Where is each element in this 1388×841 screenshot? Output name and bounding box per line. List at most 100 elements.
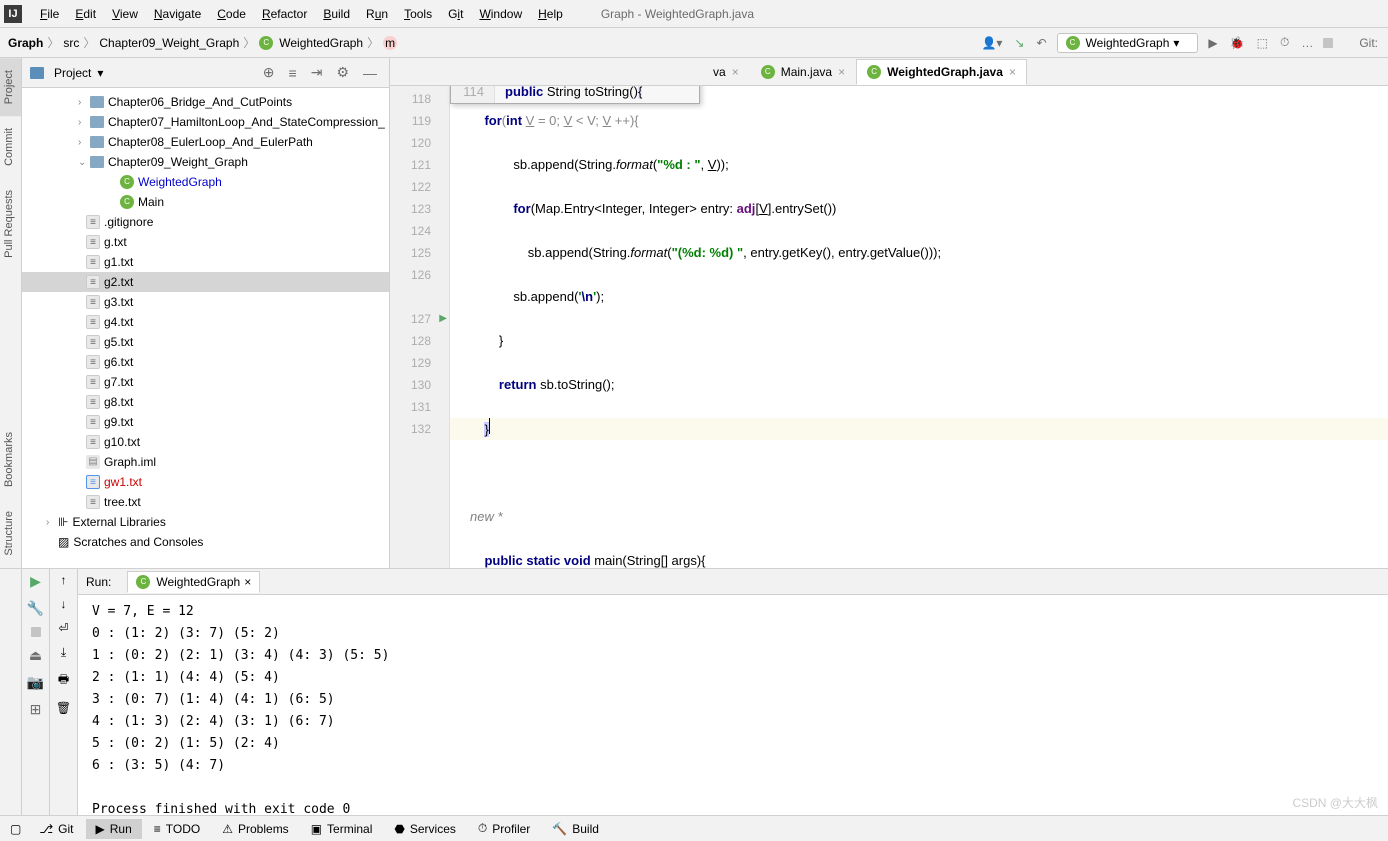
toolwindows-icon[interactable]: ▢: [4, 822, 27, 836]
dropdown-icon[interactable]: ▾: [97, 66, 103, 80]
bottom-terminal[interactable]: ▣ Terminal: [301, 819, 383, 839]
tree-row[interactable]: CMain: [22, 192, 389, 212]
tool-tab-pull-requests[interactable]: Pull Requests: [0, 178, 21, 270]
coverage-button[interactable]: ⬚: [1255, 34, 1270, 52]
console-output[interactable]: V = 7, E = 12 0 : (1: 2) (3: 7) (5: 2) 1…: [78, 595, 1388, 841]
editor-tab-partial[interactable]: va×: [710, 59, 750, 85]
print-icon[interactable]: 🖶: [58, 670, 69, 691]
editor-tab-weightedgraph[interactable]: CWeightedGraph.java×: [856, 59, 1027, 85]
tree-row[interactable]: CWeightedGraph: [22, 172, 389, 192]
menu-build[interactable]: Build: [315, 7, 358, 21]
wrap-icon[interactable]: ⏎: [58, 621, 68, 635]
tree-row[interactable]: ›Chapter07_HamiltonLoop_And_StateCompres…: [22, 112, 389, 132]
layout-icon[interactable]: ⊞: [30, 701, 42, 718]
bottom-services[interactable]: ⬣ Services: [384, 819, 466, 839]
run-tab-active[interactable]: C WeightedGraph ×: [127, 571, 260, 593]
wrench-icon[interactable]: 🔧: [27, 600, 44, 617]
crumb-src[interactable]: src: [63, 36, 79, 50]
scroll-icon[interactable]: ⤓: [61, 645, 66, 660]
run-config-selector[interactable]: C WeightedGraph ▾: [1057, 33, 1199, 53]
tree-row[interactable]: ≡g9.txt: [22, 412, 389, 432]
menu-run[interactable]: Run: [358, 7, 396, 21]
tree-row[interactable]: ≡.gitignore: [22, 212, 389, 232]
dump-icon[interactable]: 📷: [27, 674, 44, 691]
up-icon[interactable]: ↑: [61, 573, 67, 587]
menu-code[interactable]: Code: [209, 7, 254, 21]
debug-button[interactable]: 🐞: [1228, 34, 1247, 52]
bottom-profiler[interactable]: ⏱ Profiler: [468, 818, 540, 839]
editor-tab-main[interactable]: CMain.java×: [750, 59, 856, 85]
menu-tools[interactable]: Tools: [396, 7, 440, 21]
code-content[interactable]: for(int V = 0; V < V; V ++){ sb.append(S…: [450, 86, 1388, 568]
left-tool-strip: Project Commit Pull Requests Bookmarks S…: [0, 58, 22, 568]
exit-icon[interactable]: ⏏: [29, 647, 42, 664]
tree-row[interactable]: ≡g3.txt: [22, 292, 389, 312]
menu-view[interactable]: View: [104, 7, 146, 21]
tree-row[interactable]: ›Chapter08_EulerLoop_And_EulerPath: [22, 132, 389, 152]
crumb-class[interactable]: WeightedGraph: [279, 36, 363, 50]
tree-row[interactable]: ›⊪External Libraries: [22, 512, 389, 532]
menu-edit[interactable]: Edit: [67, 7, 104, 21]
tree-row[interactable]: ⌄Chapter09_Weight_Graph: [22, 152, 389, 172]
tree-row[interactable]: ≡g1.txt: [22, 252, 389, 272]
tree-row[interactable]: ≡g8.txt: [22, 392, 389, 412]
rerun-button[interactable]: ▶: [30, 573, 41, 590]
menu-navigate[interactable]: Navigate: [146, 7, 209, 21]
crumb-package[interactable]: Chapter09_Weight_Graph: [99, 36, 239, 50]
tree-row[interactable]: ≡tree.txt: [22, 492, 389, 512]
tree-row[interactable]: ≡g2.txt: [22, 272, 389, 292]
stop-button[interactable]: [31, 627, 41, 637]
tree-row[interactable]: ≡g7.txt: [22, 372, 389, 392]
menu-window[interactable]: Window: [471, 7, 530, 21]
bottom-problems[interactable]: ⚠ Problems: [212, 819, 298, 839]
run-button[interactable]: ▶: [1206, 34, 1219, 52]
menu-refactor[interactable]: Refactor: [254, 7, 315, 21]
tree-row[interactable]: ≡g.txt: [22, 232, 389, 252]
tool-tab-structure[interactable]: Structure: [0, 499, 18, 568]
bottom-build[interactable]: 🔨 Build: [542, 819, 609, 839]
user-icon[interactable]: 👤▾: [979, 34, 1004, 52]
back-icon[interactable]: ↶: [1034, 34, 1048, 52]
expand-icon[interactable]: ≡: [285, 65, 301, 81]
editor-body[interactable]: 113@Override 114public String toString()…: [390, 86, 1388, 568]
project-tree[interactable]: ›Chapter06_Bridge_And_CutPoints›Chapter0…: [22, 88, 389, 568]
tool-tab-project[interactable]: Project: [0, 58, 21, 116]
bottom-git[interactable]: ⎇ Git: [29, 819, 83, 839]
editor-gutter[interactable]: 118119120121122123124125126127▶128129130…: [390, 86, 450, 568]
menu-file[interactable]: File: [32, 7, 67, 21]
tree-row[interactable]: ▤Graph.iml: [22, 452, 389, 472]
hide-icon[interactable]: —: [359, 65, 381, 81]
crumb-project[interactable]: Graph: [8, 36, 43, 50]
profile-button[interactable]: ⏱: [1278, 33, 1291, 52]
close-icon[interactable]: ×: [244, 575, 251, 589]
locate-icon[interactable]: ⊕: [259, 64, 279, 81]
tree-row[interactable]: ≡g10.txt: [22, 432, 389, 452]
menu-help[interactable]: Help: [530, 7, 571, 21]
close-icon[interactable]: ×: [838, 65, 845, 79]
git-label[interactable]: Git:: [1357, 34, 1380, 52]
tree-row[interactable]: ▨Scratches and Consoles: [22, 532, 389, 552]
bottom-run[interactable]: ▶ Run: [86, 819, 142, 839]
close-icon[interactable]: ×: [732, 65, 739, 79]
project-panel-title: Project: [54, 66, 91, 80]
tree-row[interactable]: ≡g4.txt: [22, 312, 389, 332]
collapse-icon[interactable]: ⇥: [307, 64, 327, 81]
attach-button[interactable]: …: [1299, 34, 1315, 52]
tree-row[interactable]: ≡g5.txt: [22, 332, 389, 352]
method-icon[interactable]: m: [383, 36, 397, 50]
tree-row[interactable]: ≡gw1.txt: [22, 472, 389, 492]
tool-tab-commit[interactable]: Commit: [0, 116, 21, 178]
tool-tab-bookmarks[interactable]: Bookmarks: [0, 420, 18, 499]
clear-icon[interactable]: 🗑: [56, 701, 71, 715]
build-icon[interactable]: ↘: [1012, 34, 1026, 52]
close-icon[interactable]: ×: [1009, 65, 1016, 79]
tree-row[interactable]: ≡g6.txt: [22, 352, 389, 372]
run-strip-label: [0, 569, 21, 609]
menu-git[interactable]: Git: [440, 7, 471, 21]
editor-tabs: va× CMain.java× CWeightedGraph.java×: [390, 58, 1388, 86]
stop-button[interactable]: [1323, 38, 1333, 48]
down-icon[interactable]: ↓: [61, 597, 67, 611]
tree-row[interactable]: ›Chapter06_Bridge_And_CutPoints: [22, 92, 389, 112]
settings-icon[interactable]: ⚙: [332, 64, 353, 81]
bottom-todo[interactable]: ≡ TODO: [144, 819, 210, 839]
